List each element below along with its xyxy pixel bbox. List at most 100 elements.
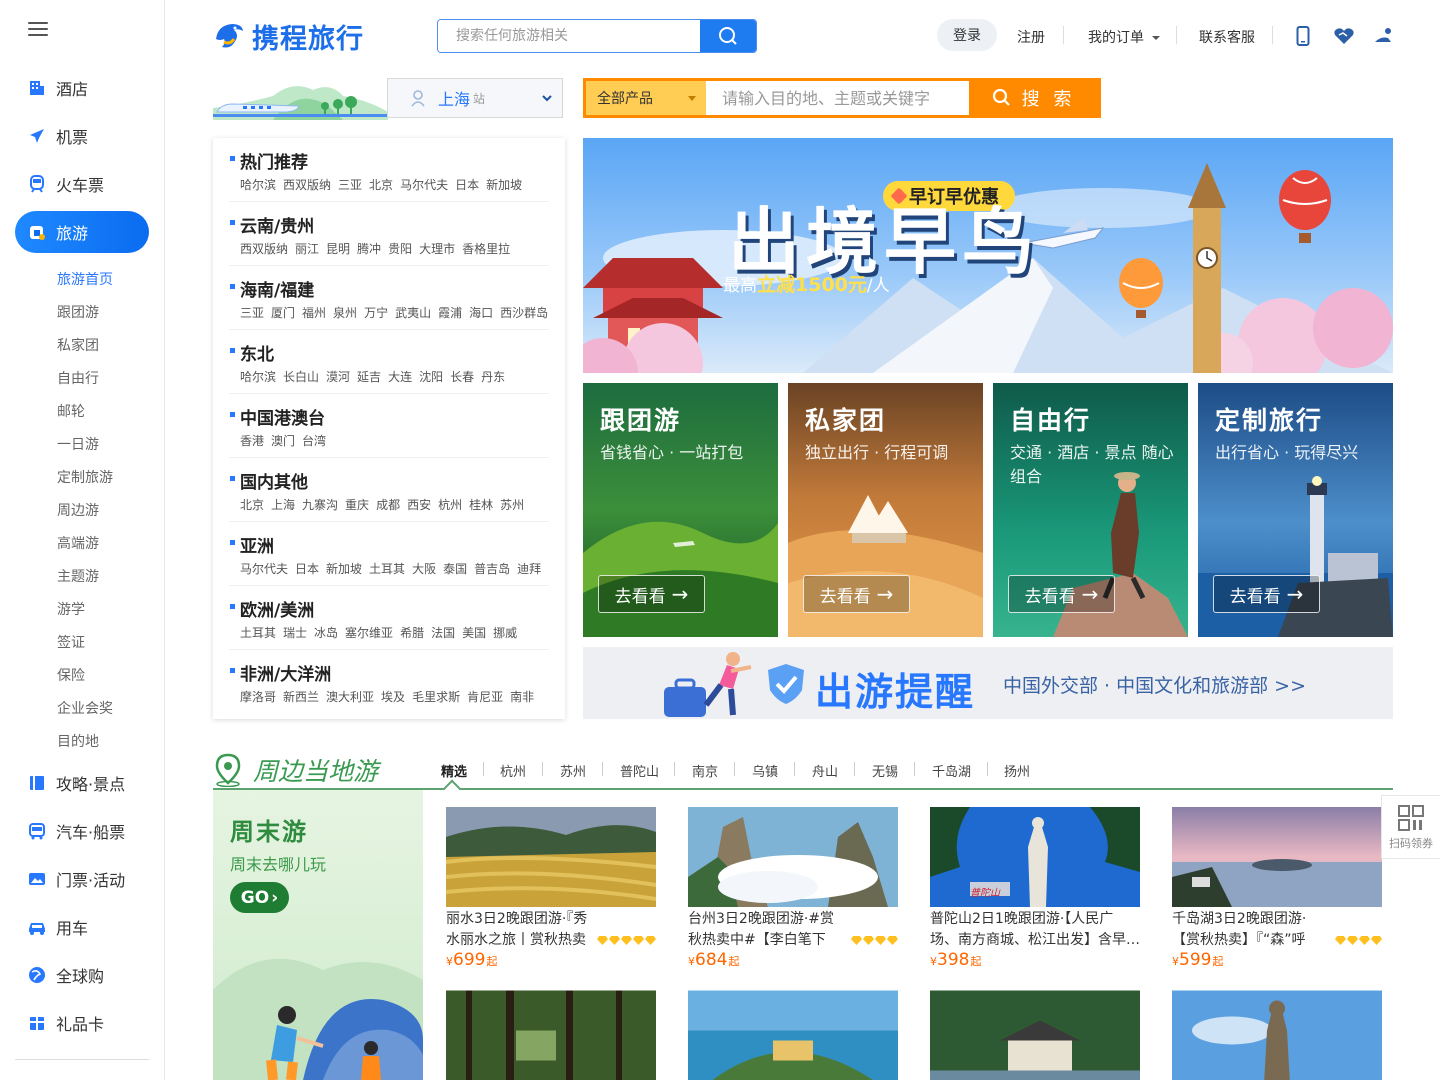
- my-orders-link[interactable]: 我的订单: [1088, 27, 1161, 47]
- login-button[interactable]: 登录: [937, 19, 997, 51]
- city-tab-suzhou[interactable]: 苏州: [560, 761, 586, 780]
- nav-hotel[interactable]: 酒店: [15, 67, 149, 109]
- top-search-input[interactable]: [438, 20, 700, 52]
- destination-link[interactable]: 西沙群岛: [500, 306, 548, 320]
- sub-study-tour[interactable]: 游学: [57, 599, 85, 619]
- tour-card[interactable]: [1172, 987, 1382, 1080]
- sub-visa[interactable]: 签证: [57, 632, 85, 652]
- tour-card[interactable]: [930, 987, 1140, 1080]
- destination-link[interactable]: 厦门: [271, 306, 295, 320]
- destination-link[interactable]: 海口: [469, 306, 493, 320]
- destination-link[interactable]: 丹东: [481, 370, 505, 384]
- destination-link[interactable]: 土耳其: [369, 562, 405, 576]
- tour-card[interactable]: 丽水3日2晚跟团游·『秀水丽水之旅丨赏秋热卖中丨;… ¥699起: [446, 807, 656, 970]
- destination-link[interactable]: 丽江: [295, 242, 319, 256]
- destination-link[interactable]: 台湾: [302, 434, 326, 448]
- destination-link[interactable]: 马尔代夫: [240, 562, 288, 576]
- destination-link[interactable]: 北京: [240, 498, 264, 512]
- destination-link[interactable]: 大阪: [412, 562, 436, 576]
- destination-link[interactable]: 昆明: [326, 242, 350, 256]
- promo-banner[interactable]: 早订早优惠 出境早鸟 最高立减1500元/人: [583, 138, 1393, 373]
- destination-link[interactable]: 香港: [240, 434, 264, 448]
- destination-link[interactable]: 埃及: [381, 690, 405, 704]
- product-card-private-tour[interactable]: 私家团 独立出行 · 行程可调 去看看 →: [788, 383, 983, 637]
- destination-link[interactable]: 冰岛: [314, 626, 338, 640]
- destination-link[interactable]: 澳门: [271, 434, 295, 448]
- heart-handshake-icon[interactable]: [1333, 25, 1355, 47]
- destination-link[interactable]: 漠河: [326, 370, 350, 384]
- destination-link[interactable]: 福州: [302, 306, 326, 320]
- nav-guide[interactable]: 攻略·景点: [15, 762, 149, 804]
- nav-bus[interactable]: 汽车·船票: [15, 810, 149, 852]
- nav-car[interactable]: 用车: [15, 906, 149, 948]
- tour-card[interactable]: 千岛湖3日2晚跟团游·【赏秋热卖】『“森”呼吸』刁… ¥599起: [1172, 807, 1382, 970]
- menu-icon[interactable]: [28, 22, 48, 38]
- destination-link[interactable]: 迪拜: [517, 562, 541, 576]
- destination-link[interactable]: 贵阳: [388, 242, 412, 256]
- destination-link[interactable]: 长春: [450, 370, 474, 384]
- destination-link[interactable]: 三亚: [338, 178, 362, 192]
- destination-link[interactable]: 重庆: [345, 498, 369, 512]
- tour-card[interactable]: [446, 987, 656, 1080]
- sub-travel-home[interactable]: 旅游首页: [57, 269, 113, 289]
- destination-link[interactable]: 桂林: [469, 498, 493, 512]
- destination-link[interactable]: 哈尔滨: [240, 178, 276, 192]
- destination-link[interactable]: 香格里拉: [462, 242, 510, 256]
- dest-group-title[interactable]: 亚洲: [229, 532, 274, 557]
- nav-ticket[interactable]: 门票·活动: [15, 858, 149, 900]
- weekend-promo-card[interactable]: 周末游 周末去哪儿玩 GO ›: [213, 790, 423, 1080]
- city-tab-wuxi[interactable]: 无锡: [872, 761, 898, 780]
- dest-group-title[interactable]: 欧洲/美洲: [229, 596, 314, 621]
- destination-link[interactable]: 肯尼亚: [467, 690, 503, 704]
- dest-group-title[interactable]: 海南/福建: [229, 276, 314, 301]
- view-more-button[interactable]: 去看看 →: [803, 575, 910, 613]
- sub-day-tour[interactable]: 一日游: [57, 434, 99, 454]
- destination-link[interactable]: 毛里求斯: [412, 690, 460, 704]
- nav-gift-card[interactable]: 礼品卡: [15, 1002, 149, 1044]
- sub-theme-tour[interactable]: 主题游: [57, 566, 99, 586]
- travel-notice-banner[interactable]: 出游提醒 中国外交部 · 中国文化和旅游部 >>: [583, 647, 1393, 719]
- destination-link[interactable]: 日本: [295, 562, 319, 576]
- destination-link[interactable]: 新加坡: [326, 562, 362, 576]
- nav-flight[interactable]: 机票: [15, 115, 149, 157]
- main-search-input[interactable]: [706, 81, 969, 115]
- destination-link[interactable]: 三亚: [240, 306, 264, 320]
- destination-link[interactable]: 希腊: [400, 626, 424, 640]
- city-tab-nanjing[interactable]: 南京: [692, 761, 718, 780]
- dest-group-title[interactable]: 国内其他: [229, 468, 308, 493]
- destination-link[interactable]: 南非: [510, 690, 534, 704]
- destination-link[interactable]: 马尔代夫: [400, 178, 448, 192]
- dest-group-title[interactable]: 非洲/大洋洲: [229, 660, 331, 685]
- destination-link[interactable]: 西双版纳: [240, 242, 288, 256]
- destination-link[interactable]: 塞尔维亚: [345, 626, 393, 640]
- sub-premium-tour[interactable]: 高端游: [57, 533, 99, 553]
- destination-link[interactable]: 瑞士: [283, 626, 307, 640]
- city-tab-wuzhen[interactable]: 乌镇: [752, 761, 778, 780]
- destination-link[interactable]: 西双版纳: [283, 178, 331, 192]
- sub-destination[interactable]: 目的地: [57, 731, 99, 751]
- destination-link[interactable]: 长白山: [283, 370, 319, 384]
- qr-coupon-float[interactable]: 扫码领券: [1381, 795, 1440, 859]
- dest-group-title[interactable]: 东北: [229, 340, 274, 365]
- destination-link[interactable]: 杭州: [438, 498, 462, 512]
- city-tab-yangzhou[interactable]: 扬州: [1004, 761, 1030, 780]
- dest-group-title[interactable]: 中国港澳台: [229, 404, 325, 429]
- sub-cruise[interactable]: 邮轮: [57, 401, 85, 421]
- destination-link[interactable]: 霞浦: [438, 306, 462, 320]
- sub-free-travel[interactable]: 自由行: [57, 368, 99, 388]
- destination-link[interactable]: 武夷山: [395, 306, 431, 320]
- main-search-button[interactable]: 搜 索: [969, 81, 1098, 115]
- city-tab-hangzhou[interactable]: 杭州: [500, 761, 526, 780]
- destination-link[interactable]: 北京: [369, 178, 393, 192]
- sub-mice[interactable]: 企业会奖: [57, 698, 113, 718]
- product-card-free-travel[interactable]: 自由行 交通 · 酒店 · 景点 随心组合 去看看 →: [993, 383, 1188, 637]
- destination-link[interactable]: 万宁: [364, 306, 388, 320]
- accessibility-icon[interactable]: [1372, 25, 1394, 47]
- city-tab-putuoshan[interactable]: 普陀山: [620, 761, 659, 780]
- tour-card[interactable]: [688, 987, 898, 1080]
- destination-link[interactable]: 大连: [388, 370, 412, 384]
- top-search-button[interactable]: [700, 20, 756, 52]
- dest-group-title[interactable]: 云南/贵州: [229, 212, 314, 237]
- destination-link[interactable]: 挪威: [493, 626, 517, 640]
- sub-custom-tour[interactable]: 定制旅游: [57, 467, 113, 487]
